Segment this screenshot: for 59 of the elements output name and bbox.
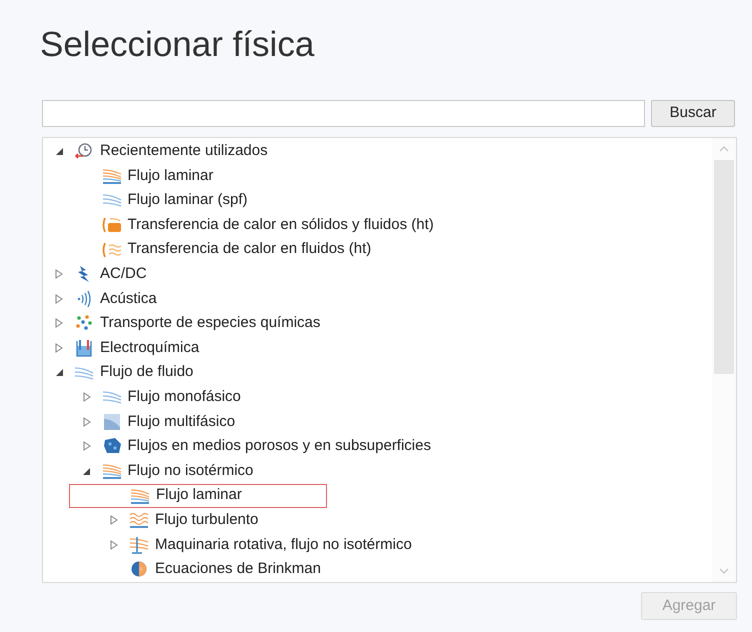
tree-item[interactable]: Transferencia de calor en sólidos y fluidos (ht) [128, 214, 434, 236]
tree-item[interactable]: Flujo laminar [128, 164, 214, 188]
collapse-icon [54, 368, 64, 378]
flow-lines-icon [102, 462, 122, 480]
expand-toggle[interactable] [55, 343, 63, 354]
beaker-icon [74, 339, 94, 358]
expand-toggle[interactable] [82, 416, 90, 427]
tree-item[interactable]: Electroquímica [100, 336, 200, 360]
porous-rock-icon [102, 437, 122, 456]
expand-icon [82, 392, 90, 402]
clock-icon [74, 142, 94, 160]
tree-item[interactable]: Recientemente utilizados [100, 140, 268, 163]
expand-icon [55, 269, 63, 280]
expand-icon [110, 515, 118, 526]
expand-toggle[interactable] [55, 294, 63, 304]
rotor-flow-icon [129, 536, 149, 554]
expand-toggle[interactable] [82, 441, 90, 452]
tree-item[interactable]: Flujo de fluido [100, 361, 194, 384]
expand-toggle[interactable] [54, 146, 64, 156]
expand-toggle[interactable] [54, 368, 64, 378]
tree-item[interactable]: Transporte de especies químicas [100, 312, 320, 335]
expand-toggle[interactable] [55, 269, 63, 280]
scrollbar[interactable] [712, 138, 736, 582]
expand-icon [55, 343, 63, 354]
expand-toggle[interactable] [55, 318, 63, 328]
tree-item[interactable]: Flujo turbulento [155, 508, 258, 532]
expand-icon [110, 540, 118, 550]
flow-lines-icon [102, 166, 122, 185]
tree-item[interactable]: Flujos en medios porosos y en subsuperficies [128, 435, 431, 458]
tree-item[interactable]: Transferencia de calor en fluidos (ht) [128, 238, 372, 261]
search-button[interactable]: Buscar [651, 100, 735, 127]
flow-lines-icon [130, 486, 150, 505]
heat-block-icon [102, 216, 122, 234]
expand-icon [55, 294, 63, 304]
expand-toggle[interactable] [110, 515, 118, 526]
expand-toggle[interactable] [82, 466, 91, 476]
expand-icon [82, 441, 90, 452]
tree-item[interactable]: Ecuaciones de Brinkman [155, 558, 321, 581]
search-field[interactable] [42, 100, 645, 127]
tree-item[interactable]: Flujo laminar (spf) [128, 189, 248, 212]
tree-item[interactable]: Flujo multifásico [128, 410, 236, 434]
tree-item[interactable]: AC/DC [100, 263, 147, 286]
tree-item[interactable]: Flujo monofásico [128, 386, 241, 408]
tree-item[interactable]: Maquinaria rotativa, flujo no isotérmico [155, 534, 412, 556]
tree-item[interactable]: Flujo no isotérmico [128, 460, 254, 482]
expand-toggle[interactable] [82, 392, 90, 402]
multiphase-icon [102, 412, 122, 431]
collapse-icon [54, 146, 64, 156]
expand-icon [55, 318, 63, 328]
expand-icon [82, 416, 90, 427]
tree-item[interactable]: Flujo laminar [156, 484, 242, 507]
porous-sphere-icon [129, 560, 149, 578]
dots-icon [74, 314, 94, 332]
dialog-title: Seleccionar física [40, 24, 316, 66]
collapse-icon [82, 466, 91, 476]
turbulent-flow-icon [129, 511, 149, 530]
heat-waves-icon [102, 240, 122, 259]
tree-item[interactable]: Acústica [100, 288, 157, 310]
expand-toggle[interactable] [110, 540, 118, 550]
